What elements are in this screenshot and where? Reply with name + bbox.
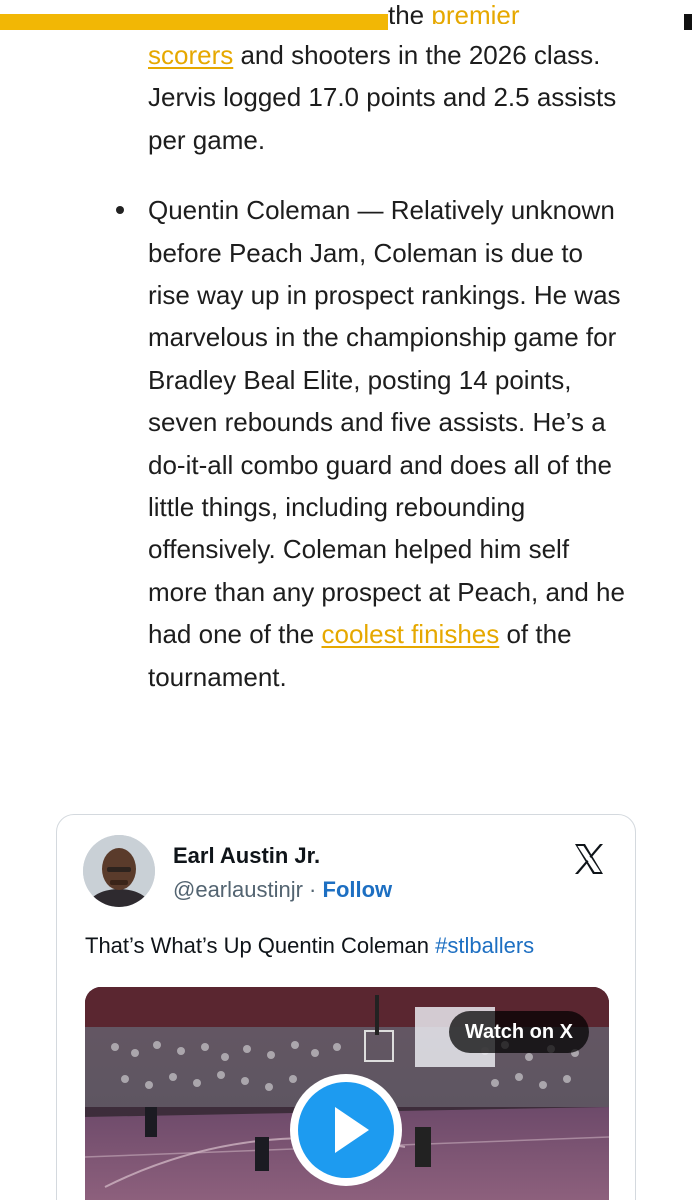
article-body: scorers and shooters in the 2026 class. …: [116, 34, 628, 698]
play-icon[interactable]: [287, 1071, 405, 1189]
author-handle-row: @earlaustinjr · Follow: [173, 877, 392, 903]
list-item: scorers and shooters in the 2026 class. …: [148, 34, 628, 161]
bullet-icon: [116, 206, 124, 215]
scroll-indicator: [684, 14, 692, 30]
video-thumbnail[interactable]: Watch on X: [85, 987, 609, 1200]
tweet-text: That’s What’s Up Quentin Coleman #stlbal…: [85, 933, 534, 959]
tweet-body: That’s What’s Up Quentin Coleman: [85, 933, 436, 958]
separator: ·: [302, 877, 323, 902]
follow-button[interactable]: Follow: [323, 877, 393, 902]
paragraph-coleman: Quentin Coleman — Relatively unknown bef…: [148, 189, 628, 698]
coolest-finishes-link[interactable]: coolest finishes: [321, 619, 499, 649]
author-name[interactable]: Earl Austin Jr.: [173, 843, 320, 869]
tweet-embed[interactable]: Earl Austin Jr. @earlaustinjr · Follow T…: [56, 814, 636, 1200]
avatar[interactable]: [83, 835, 155, 907]
premier-link[interactable]: premier: [431, 0, 519, 24]
clipped-prefix: the: [388, 0, 432, 24]
list-item: Quentin Coleman — Relatively unknown bef…: [116, 189, 628, 698]
paragraph-text: Quentin Coleman — Relatively unknown bef…: [148, 195, 625, 650]
clipped-text: the premier: [388, 0, 520, 24]
hashtag-link[interactable]: #stlballers: [435, 933, 534, 958]
scorers-link[interactable]: scorers: [148, 40, 233, 70]
reading-progress-fill: [0, 14, 388, 30]
x-logo-icon[interactable]: [569, 839, 609, 879]
watch-on-x-button[interactable]: Watch on X: [448, 1011, 589, 1053]
paragraph-jervis: scorers and shooters in the 2026 class. …: [148, 34, 628, 161]
author-handle[interactable]: @earlaustinjr: [173, 877, 303, 902]
